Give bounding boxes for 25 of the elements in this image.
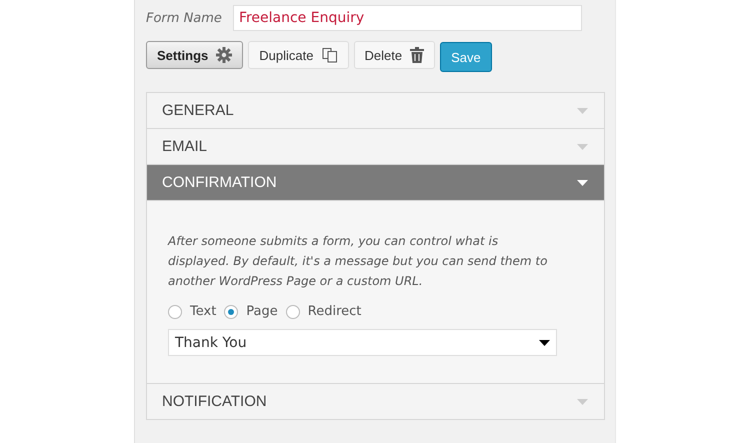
page-dropdown[interactable]: Thank You (168, 329, 557, 356)
radio-label: Text (190, 304, 216, 319)
radio-label: Redirect (308, 304, 362, 319)
radio-option[interactable]: Text (168, 304, 216, 319)
duplicate-button[interactable]: Duplicate (248, 41, 348, 69)
trash-icon (410, 47, 424, 63)
radio-option[interactable]: Page (224, 304, 278, 319)
form-name-label: Form Name (146, 10, 222, 26)
caret-icon (539, 340, 550, 346)
radio-icon[interactable] (286, 304, 300, 318)
caret-icon (577, 144, 588, 150)
radio-label: Page (246, 304, 278, 319)
radio-icon[interactable] (224, 304, 238, 318)
description-text: After someone submits a form, you can control what is displayed. By default, it's a message but you can send them to another WordPress Page or a custom URL. (168, 233, 548, 290)
radio-icon[interactable] (168, 304, 182, 318)
caret-icon (577, 398, 588, 404)
copy-icon (322, 47, 338, 63)
radio-option[interactable]: Redirect (286, 304, 362, 319)
caret-icon (577, 180, 588, 186)
form-name-field[interactable]: Freelance Enquiry (232, 5, 582, 31)
caret-icon (577, 108, 588, 114)
gear-icon (216, 47, 232, 63)
delete-button[interactable]: Delete (354, 41, 436, 69)
section-header[interactable]: CONFIRMATION (147, 165, 604, 201)
settings-button[interactable]: Settings (146, 41, 244, 69)
